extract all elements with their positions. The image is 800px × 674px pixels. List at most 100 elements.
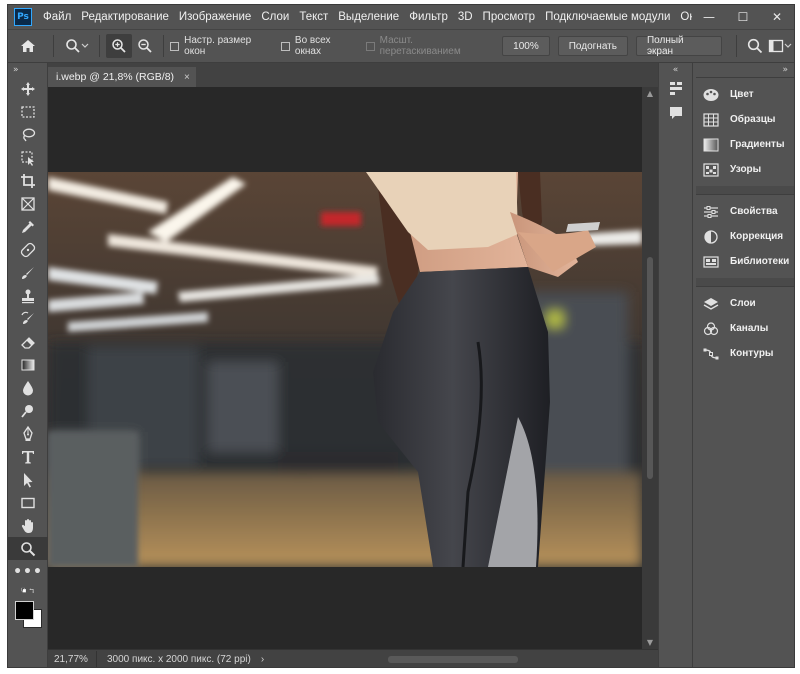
- separator: [53, 35, 55, 57]
- rectangle-tool-icon[interactable]: [8, 491, 48, 514]
- collapse-strip-icon[interactable]: «: [659, 63, 692, 77]
- menu-file[interactable]: Файл: [38, 11, 76, 23]
- paths-icon: [700, 346, 722, 362]
- menu-bar: Ps Файл Редактирование Изображение Слои …: [8, 5, 794, 29]
- menu-plugins[interactable]: Подключаемые модули: [540, 11, 675, 23]
- document-tab[interactable]: i.webp @ 21,8% (RGB/8) ×: [48, 67, 196, 87]
- fill-screen-button[interactable]: Полный экран: [635, 35, 723, 57]
- zoom-in-icon[interactable]: [106, 34, 132, 58]
- panel-divider: [696, 186, 794, 194]
- swap-colors-icon[interactable]: [8, 583, 48, 599]
- scrubby-zoom-label: Масшт. перетаскиванием: [379, 35, 461, 57]
- menu-view[interactable]: Просмотр: [478, 11, 541, 23]
- crop-tool-icon[interactable]: [8, 169, 48, 192]
- history-brush-tool-icon[interactable]: [8, 307, 48, 330]
- panel-layers[interactable]: Слои: [696, 291, 794, 316]
- menu-filter[interactable]: Фильтр: [404, 11, 453, 23]
- foreground-color-swatch[interactable]: [15, 601, 34, 620]
- menu-3d[interactable]: 3D: [453, 11, 478, 23]
- color-palette-icon: [700, 87, 722, 103]
- panel-channels[interactable]: Каналы: [696, 316, 794, 341]
- menu-layers[interactable]: Слои: [256, 11, 294, 23]
- canvas-area[interactable]: [48, 87, 642, 649]
- eraser-tool-icon[interactable]: [8, 330, 48, 353]
- menu-image[interactable]: Изображение: [174, 11, 256, 23]
- panel-properties[interactable]: Свойства: [696, 199, 794, 224]
- blur-tool-icon[interactable]: [8, 376, 48, 399]
- panel-layers-label: Слои: [730, 298, 756, 309]
- collapse-panels-icon[interactable]: »: [693, 63, 794, 77]
- minimize-button[interactable]: —: [692, 5, 726, 29]
- status-zoom-level[interactable]: 21,77%: [48, 654, 96, 665]
- status-menu-arrow[interactable]: ›: [261, 654, 264, 665]
- channels-icon: [700, 321, 722, 337]
- path-selection-tool-icon[interactable]: [8, 468, 48, 491]
- history-panel-icon[interactable]: [659, 77, 693, 101]
- panel-color[interactable]: Цвет: [696, 82, 794, 107]
- panel-swatches[interactable]: Образцы: [696, 107, 794, 132]
- menu-edit[interactable]: Редактирование: [76, 11, 174, 23]
- home-icon[interactable]: [8, 30, 47, 62]
- collapse-toolbar-icon[interactable]: »: [8, 63, 47, 77]
- marquee-tool-icon[interactable]: [8, 100, 48, 123]
- comments-panel-icon[interactable]: [659, 101, 693, 125]
- gradient-tool-icon[interactable]: [8, 353, 48, 376]
- panel-paths[interactable]: Контуры: [696, 341, 794, 366]
- horizontal-scroll-thumb[interactable]: [388, 656, 518, 663]
- menu-window[interactable]: Окно: [675, 11, 692, 23]
- pen-tool-icon[interactable]: [8, 422, 48, 445]
- workspace-icon[interactable]: [767, 34, 794, 58]
- eyedropper-tool-icon[interactable]: [8, 215, 48, 238]
- panel-group-color: Цвет Образцы Градиенты Узоры: [696, 77, 794, 186]
- scrubby-zoom-checkbox[interactable]: Масшт. перетаскиванием: [365, 35, 494, 57]
- document-tab-title: i.webp @ 21,8% (RGB/8): [56, 71, 175, 83]
- panel-libraries[interactable]: Библиотеки: [696, 249, 794, 274]
- color-swatches: [8, 599, 48, 629]
- healing-brush-tool-icon[interactable]: [8, 238, 48, 261]
- fit-screen-button[interactable]: Подогнать: [557, 36, 628, 56]
- menu-select[interactable]: Выделение: [333, 11, 404, 23]
- panel-gradients[interactable]: Градиенты: [696, 132, 794, 157]
- clone-stamp-tool-icon[interactable]: [8, 284, 48, 307]
- zoom-out-icon[interactable]: [132, 34, 157, 58]
- scroll-down-icon[interactable]: ▼: [642, 638, 658, 647]
- zoom-preset-icon[interactable]: [60, 30, 93, 62]
- brush-tool-icon[interactable]: [8, 261, 48, 284]
- close-tab-icon[interactable]: ×: [184, 72, 190, 83]
- panel-channels-label: Каналы: [730, 323, 769, 334]
- gym-photo: [48, 172, 642, 567]
- document-image[interactable]: [48, 172, 642, 567]
- frame-tool-icon[interactable]: [8, 192, 48, 215]
- panel-paths-label: Контуры: [730, 348, 774, 359]
- all-windows-label: Во всех окнах: [294, 35, 331, 57]
- lasso-tool-icon[interactable]: [8, 123, 48, 146]
- panel-patterns[interactable]: Узоры: [696, 157, 794, 182]
- type-tool-icon[interactable]: [8, 445, 48, 468]
- edit-toolbar-icon[interactable]: •••: [8, 560, 48, 583]
- checkbox-box: [365, 41, 375, 51]
- object-select-tool-icon[interactable]: [8, 146, 48, 169]
- panel-gradients-label: Градиенты: [730, 139, 785, 150]
- menu-type[interactable]: Текст: [294, 11, 333, 23]
- panel-adjustments-label: Коррекция: [730, 231, 784, 242]
- move-tool-icon[interactable]: [8, 77, 48, 100]
- vertical-scrollbar[interactable]: ▲ ▼: [642, 87, 658, 649]
- gradients-icon: [700, 137, 722, 153]
- vertical-scroll-thumb[interactable]: [647, 257, 653, 479]
- dodge-tool-icon[interactable]: [8, 399, 48, 422]
- layers-icon: [700, 296, 722, 312]
- resize-windows-checkbox[interactable]: Настр. размер окон: [170, 35, 273, 57]
- scroll-up-icon[interactable]: ▲: [642, 89, 658, 98]
- maximize-button[interactable]: ☐: [726, 5, 760, 29]
- search-icon[interactable]: [743, 34, 767, 58]
- zoom-tool-icon[interactable]: [8, 537, 48, 560]
- panel-adjustments[interactable]: Коррекция: [696, 224, 794, 249]
- panel-divider: [696, 278, 794, 286]
- panel-group-properties: Свойства Коррекция Библиотеки: [696, 194, 794, 278]
- zoom-100-button[interactable]: 100%: [502, 36, 550, 56]
- hand-tool-icon[interactable]: [8, 514, 48, 537]
- panel-icon-strip: «: [658, 63, 692, 667]
- close-button[interactable]: ✕: [760, 5, 794, 29]
- all-windows-checkbox[interactable]: Во всех окнах: [281, 35, 358, 57]
- separator: [736, 35, 738, 57]
